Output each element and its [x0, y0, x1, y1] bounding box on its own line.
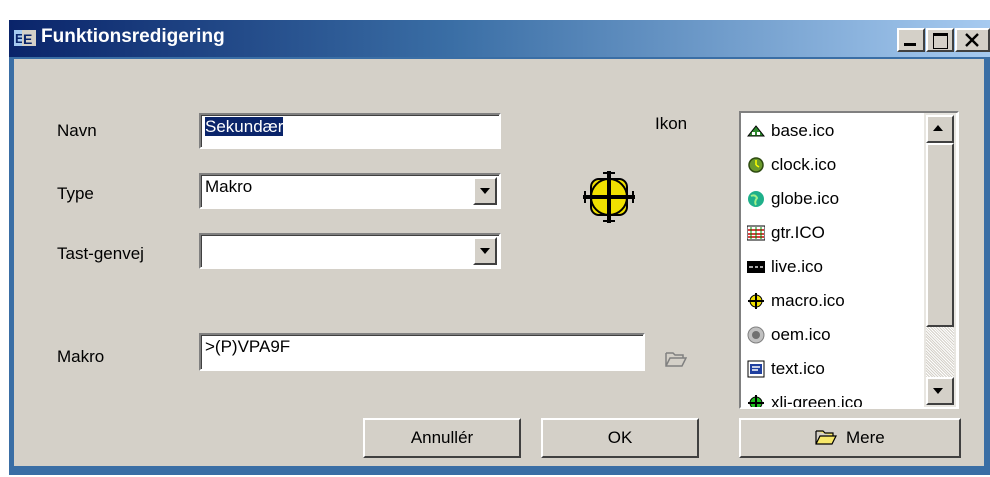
dialog-body: Navn Sekundær Type Makro Tast-genvej Iko…: [14, 59, 984, 466]
maximize-button[interactable]: [926, 28, 954, 52]
ok-button[interactable]: OK: [541, 418, 699, 458]
type-label: Type: [57, 184, 94, 203]
close-icon: [965, 33, 979, 47]
icon-list[interactable]: base.ico clock.ico globe.ico gtr.ICO liv…: [739, 111, 959, 409]
minimize-button[interactable]: [897, 28, 925, 52]
shortcut-label: Tast-genvej: [57, 244, 144, 263]
type-select[interactable]: Makro: [199, 173, 501, 209]
type-dropdown-button[interactable]: [473, 177, 497, 205]
maximize-icon: [933, 33, 948, 49]
chevron-down-icon: [480, 248, 490, 254]
base-icon: [747, 125, 765, 137]
chevron-up-icon: [933, 125, 943, 131]
folder-open-icon: [815, 430, 838, 445]
globe-icon: [748, 191, 764, 207]
minimize-icon: [904, 43, 916, 46]
macro-input-value: >(P)VPA9F: [205, 337, 291, 356]
macro-icon-preview: [583, 171, 635, 223]
title-bar[interactable]: E E Funktionsredigering: [9, 20, 990, 57]
name-input[interactable]: Sekundær: [199, 113, 501, 149]
more-button[interactable]: Mere: [739, 418, 961, 458]
app-icon: E E: [14, 30, 36, 47]
clock-icon: [748, 157, 764, 173]
close-button[interactable]: [955, 28, 990, 52]
name-label: Navn: [57, 121, 97, 140]
window-title: Funktionsredigering: [41, 26, 225, 47]
name-input-value: Sekundær: [205, 117, 284, 136]
chevron-down-icon: [480, 188, 490, 194]
more-button-label: Mere: [846, 428, 885, 447]
shortcut-dropdown-button[interactable]: [473, 237, 497, 265]
icon-list-scrollbar[interactable]: [924, 113, 956, 407]
type-select-value: Makro: [205, 177, 253, 196]
svg-text:E: E: [23, 31, 32, 47]
scroll-thumb[interactable]: [926, 143, 954, 327]
macro-icon: [748, 293, 764, 309]
gtr-icon: [747, 225, 765, 241]
xli-green-icon: [748, 395, 764, 407]
live-icon: [747, 261, 765, 273]
oem-icon: [747, 326, 765, 344]
cancel-button[interactable]: Annullér: [363, 418, 521, 458]
chevron-down-icon: [933, 388, 943, 394]
macro-input[interactable]: >(P)VPA9F: [199, 333, 645, 371]
dialog-window: E E Funktionsredigering Navn Sekundær Ty…: [9, 20, 990, 475]
folder-open-icon[interactable]: [665, 350, 687, 368]
scroll-down-button[interactable]: [926, 377, 954, 405]
scroll-up-button[interactable]: [926, 115, 954, 143]
text-icon: [747, 360, 765, 378]
scroll-track[interactable]: [926, 327, 954, 377]
icon-label: Ikon: [655, 114, 688, 133]
shortcut-select[interactable]: [199, 233, 501, 269]
macro-label: Makro: [57, 347, 105, 366]
